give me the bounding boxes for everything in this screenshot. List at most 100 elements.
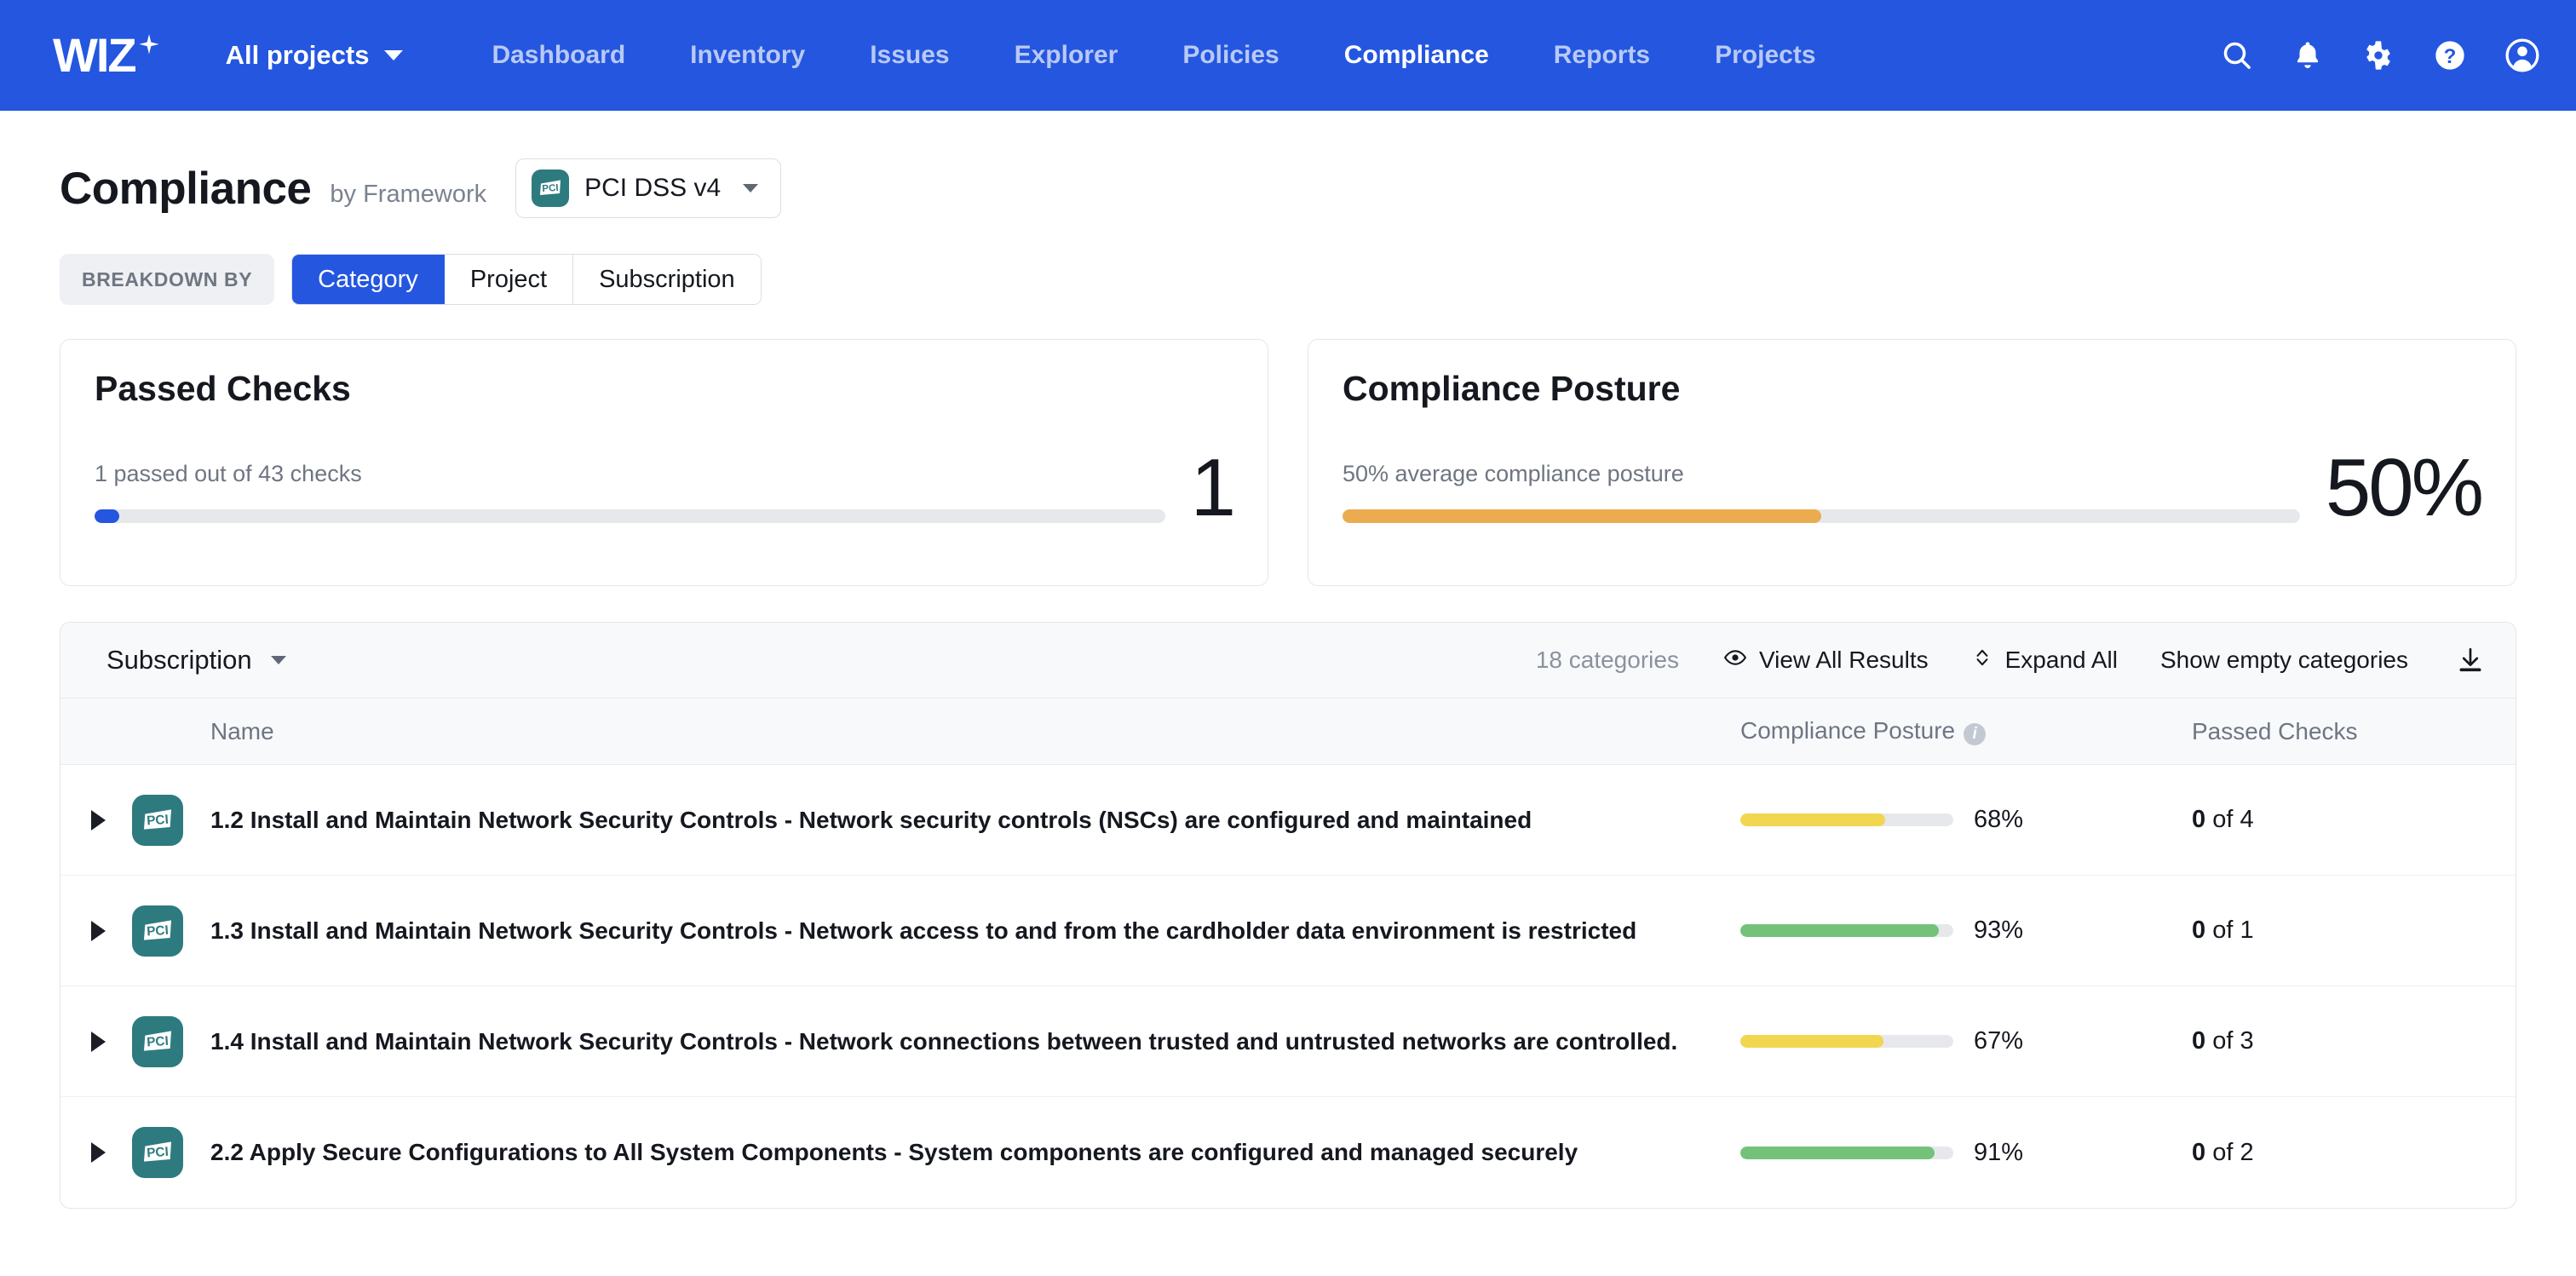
svg-text:PCI: PCI <box>147 1145 170 1161</box>
nav-item-reports[interactable]: Reports <box>1521 41 1682 70</box>
nav-item-projects[interactable]: Projects <box>1682 41 1848 70</box>
categories-panel: Subscription 18 categories View All Resu… <box>60 622 2516 1209</box>
pci-badge-icon: PCI <box>132 1015 183 1067</box>
search-icon[interactable] <box>2220 38 2254 72</box>
passed-checks-title: Passed Checks <box>95 369 351 408</box>
row-posture-track <box>1740 1146 1953 1159</box>
compliance-posture-card: Compliance Posture 50% average complianc… <box>1308 339 2516 586</box>
group-by-selector[interactable]: Subscription <box>106 645 286 675</box>
row-name: 1.2 Install and Maintain Network Securit… <box>210 806 1532 833</box>
nav-item-explorer[interactable]: Explorer <box>982 41 1151 70</box>
group-by-label: Subscription <box>106 645 252 675</box>
row-passed-checks: 0 of 4 <box>2192 806 2516 834</box>
all-projects-selector[interactable]: All projects <box>226 40 404 71</box>
table-header-row: Name Compliance Posture i Passed Checks <box>60 698 2516 765</box>
row-passed-total: of 1 <box>2212 917 2254 944</box>
bell-icon[interactable] <box>2291 39 2324 72</box>
view-all-results-button[interactable]: View All Results <box>1723 646 1929 675</box>
nav-item-issues[interactable]: Issues <box>837 41 981 70</box>
nav-item-compliance[interactable]: Compliance <box>1312 41 1521 70</box>
row-posture-percent: 91% <box>1974 1138 2024 1166</box>
breakdown-by-label: BREAKDOWN BY <box>60 254 275 305</box>
row-posture-fill <box>1740 1146 1935 1159</box>
chevron-down-icon <box>384 50 404 60</box>
tab-project[interactable]: Project <box>444 255 574 304</box>
expand-all-label: Expand All <box>2004 647 2118 673</box>
row-name: 1.4 Install and Maintain Network Securit… <box>210 1027 1678 1055</box>
panel-toolbar: Subscription 18 categories View All Resu… <box>60 623 2516 698</box>
breakdown-tabs: Category Project Subscription <box>291 254 762 305</box>
passed-checks-progress-fill <box>95 509 119 523</box>
compliance-posture-title: Compliance Posture <box>1343 369 1681 408</box>
eye-icon <box>1723 646 1747 675</box>
all-projects-label: All projects <box>225 40 370 70</box>
table-row[interactable]: PCI 1.3 Install and Maintain Network Secu… <box>60 876 2516 986</box>
page-content: Compliance by Framework PCI PCI DSS v4 B… <box>0 158 2576 1209</box>
compliance-posture-progress-track <box>1343 509 2300 523</box>
row-passed-checks: 0 of 1 <box>2192 917 2516 945</box>
table-body: PCI 1.2 Install and Maintain Network Secu… <box>60 765 2516 1208</box>
passed-checks-card: Passed Checks 1 passed out of 43 checks … <box>60 339 1268 586</box>
nav-item-inventory[interactable]: Inventory <box>658 41 837 70</box>
tab-subscription[interactable]: Subscription <box>573 255 761 304</box>
pci-badge-icon: PCI <box>532 170 570 207</box>
pci-badge-icon: PCI <box>132 794 183 846</box>
table-row[interactable]: PCI 2.2 Apply Secure Configurations to Al… <box>60 1097 2516 1208</box>
download-icon[interactable] <box>2456 646 2485 675</box>
framework-selector[interactable]: PCI PCI DSS v4 <box>515 158 782 218</box>
expand-chevrons-icon <box>1971 646 1993 675</box>
pci-badge-icon: PCI <box>132 905 183 957</box>
passed-checks-progress-track <box>95 509 1165 523</box>
row-passed-count: 0 <box>2192 806 2206 833</box>
wiz-logo[interactable]: WIZ <box>53 32 161 79</box>
row-passed-count: 0 <box>2192 1027 2206 1055</box>
row-name: 1.3 Install and Maintain Network Securit… <box>210 917 1637 944</box>
nav-item-dashboard[interactable]: Dashboard <box>459 41 658 70</box>
row-posture-fill <box>1740 813 1885 826</box>
user-avatar-icon[interactable] <box>2504 37 2540 73</box>
row-posture-track <box>1740 813 1953 826</box>
top-navigation-bar: WIZ All projects Dashboard Inventory Iss… <box>0 0 2576 111</box>
row-passed-count: 0 <box>2192 1138 2206 1166</box>
tab-category[interactable]: Category <box>292 255 445 304</box>
show-empty-categories-button[interactable]: Show empty categories <box>2160 647 2408 674</box>
table-row[interactable]: PCI 1.2 Install and Maintain Network Secu… <box>60 765 2516 876</box>
row-expand-icon[interactable] <box>91 920 106 941</box>
nav-icon-group: ? <box>2220 0 2540 111</box>
svg-text:?: ? <box>2444 45 2457 68</box>
info-icon[interactable]: i <box>1964 723 1987 745</box>
row-expand-icon[interactable] <box>91 1031 106 1052</box>
main-nav-links: Dashboard Inventory Issues Explorer Poli… <box>459 41 1848 70</box>
row-expand-icon[interactable] <box>91 1142 106 1163</box>
row-posture-track <box>1740 924 1953 937</box>
category-count: 18 categories <box>1535 647 1679 673</box>
help-icon[interactable]: ? <box>2433 38 2467 72</box>
expand-all-button[interactable]: Expand All <box>1971 646 2118 675</box>
svg-text:PCI: PCI <box>542 183 559 194</box>
row-passed-checks: 0 of 3 <box>2192 1027 2516 1055</box>
row-passed-checks: 0 of 2 <box>2192 1139 2516 1167</box>
framework-name: PCI DSS v4 <box>584 174 722 202</box>
table-row[interactable]: PCI 1.4 Install and Maintain Network Secu… <box>60 986 2516 1097</box>
row-posture-percent: 67% <box>1974 1027 2024 1055</box>
page-header: Compliance by Framework PCI PCI DSS v4 <box>60 158 2516 218</box>
row-posture-fill <box>1740 1035 1883 1048</box>
svg-text:PCI: PCI <box>147 1033 170 1049</box>
page-subtitle: by Framework <box>330 180 487 208</box>
row-passed-total: of 4 <box>2212 806 2254 833</box>
svg-text:PCI: PCI <box>147 923 170 939</box>
row-passed-total: of 2 <box>2212 1138 2254 1166</box>
nav-item-policies[interactable]: Policies <box>1150 41 1311 70</box>
chevron-down-icon <box>743 184 759 193</box>
column-header-passed: Passed Checks <box>2192 717 2358 744</box>
svg-text:PCI: PCI <box>147 812 170 828</box>
row-expand-icon[interactable] <box>91 809 106 831</box>
wiz-logo-text: WIZ <box>53 28 137 82</box>
row-passed-total: of 3 <box>2212 1027 2254 1055</box>
gear-icon[interactable] <box>2361 38 2395 72</box>
compliance-posture-progress-fill <box>1343 509 1821 523</box>
column-header-name: Name <box>210 717 274 744</box>
chevron-down-icon <box>270 656 286 664</box>
row-posture-fill <box>1740 924 1939 937</box>
summary-cards: Passed Checks 1 passed out of 43 checks … <box>60 339 2516 586</box>
